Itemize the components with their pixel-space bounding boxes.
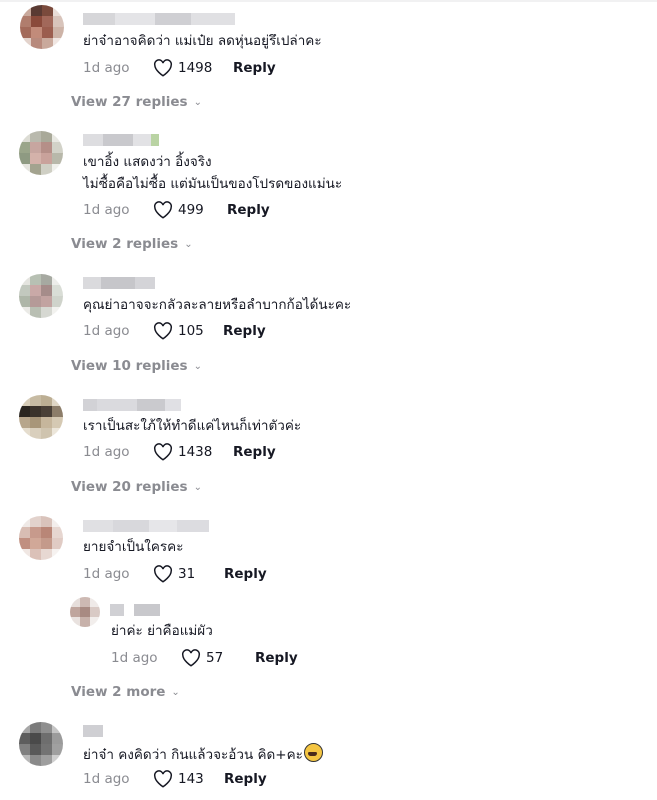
view-replies-button[interactable]: View 20 replies ⌄ xyxy=(71,479,202,495)
heart-icon xyxy=(154,443,172,461)
top-divider xyxy=(0,0,657,2)
like-button[interactable]: 1498 xyxy=(153,59,233,77)
username-blurred[interactable] xyxy=(83,399,181,411)
view-replies-label: View 20 replies xyxy=(71,479,188,495)
heart-icon xyxy=(182,649,200,667)
heart-icon xyxy=(154,201,172,219)
comment-meta: 1d ago 143 Reply xyxy=(83,768,267,790)
weary-face-emoji-icon xyxy=(303,743,323,762)
like-button[interactable]: 499 xyxy=(153,201,227,219)
like-button[interactable]: 1438 xyxy=(153,443,233,461)
avatar-pixelated-image xyxy=(70,597,100,627)
like-count: 57 xyxy=(206,650,224,666)
like-count: 31 xyxy=(178,566,196,582)
username-blurred[interactable] xyxy=(83,277,155,289)
like-count: 1498 xyxy=(178,60,213,76)
username-blurred[interactable] xyxy=(83,725,103,737)
comment-meta: 1d ago 31 Reply xyxy=(83,563,267,585)
view-replies-button[interactable]: View 10 replies ⌄ xyxy=(71,358,202,374)
like-count: 143 xyxy=(178,771,204,787)
comment-time: 1d ago xyxy=(83,771,130,787)
comment-time: 1d ago xyxy=(83,202,130,218)
like-count: 1438 xyxy=(178,444,213,460)
comment-meta: 1d ago 499 Reply xyxy=(83,199,270,221)
reply-button[interactable]: Reply xyxy=(224,566,267,582)
chevron-down-icon: ⌄ xyxy=(184,238,193,250)
username-blurred[interactable] xyxy=(83,134,159,146)
avatar[interactable] xyxy=(19,722,63,766)
like-count: 499 xyxy=(178,202,204,218)
comment-text: ยายจำเป็นใครคะ xyxy=(83,539,184,555)
reply-meta: 1d ago 57 Reply xyxy=(111,647,298,669)
comment-text: ย่าจ๋า คงคิดว่า กินแล้วจะอ้วน คิด+คะ xyxy=(83,743,323,766)
reply-button[interactable]: Reply xyxy=(255,650,298,666)
reply-button[interactable]: Reply xyxy=(233,444,276,460)
heart-icon xyxy=(154,322,172,340)
comment-text-content: ย่าจ๋า คงคิดว่า กินแล้วจะอ้วน คิด+คะ xyxy=(83,747,303,763)
avatar-pixelated-image xyxy=(19,516,63,560)
reply-button[interactable]: Reply xyxy=(224,771,267,787)
comment-time: 1d ago xyxy=(83,566,130,582)
heart-icon xyxy=(154,59,172,77)
comment-text-line-2: ไม่ซื้อคือไม่ซื้อ แต่มันเป็นของโปรดของแม… xyxy=(83,176,343,192)
username-blurred[interactable] xyxy=(83,13,235,25)
chevron-down-icon: ⌄ xyxy=(193,360,202,372)
avatar-pixelated-image xyxy=(19,274,63,318)
comment-time: 1d ago xyxy=(83,323,130,339)
comment-meta: 1d ago 1498 Reply xyxy=(83,57,276,79)
like-button[interactable]: 105 xyxy=(153,322,223,340)
reply-text: ย่าค่ะ ย่าคือแม่ผัว xyxy=(111,623,213,639)
view-replies-label: View 10 replies xyxy=(71,358,188,374)
reply-time: 1d ago xyxy=(111,650,158,666)
comment-text: เราเป็นสะใภ้ให้ทำดีแค่ไหนก็เท่าตัวค่ะ xyxy=(83,418,302,434)
like-button[interactable]: 57 xyxy=(181,649,255,667)
view-replies-label: View 27 replies xyxy=(71,94,188,110)
heart-icon xyxy=(154,770,172,788)
avatar-pixelated-image xyxy=(19,395,63,439)
like-button[interactable]: 143 xyxy=(153,770,224,788)
comment-text: ย่าจ๋าอาจคิดว่า แม่เป๋ย ลดหุ่นอยู่รึเปล่… xyxy=(83,33,322,49)
chevron-down-icon: ⌄ xyxy=(193,481,202,493)
chevron-down-icon: ⌄ xyxy=(171,686,180,698)
reply-button[interactable]: Reply xyxy=(223,323,266,339)
view-replies-button[interactable]: View 2 replies ⌄ xyxy=(71,236,193,252)
comment-time: 1d ago xyxy=(83,60,130,76)
like-count: 105 xyxy=(178,323,204,339)
view-more-button[interactable]: View 2 more ⌄ xyxy=(71,684,180,700)
view-replies-label: View 2 replies xyxy=(71,236,179,252)
comment-text: เขาอิ้ง แสดงว่า อิ้งจริง xyxy=(83,154,212,170)
username-blurred[interactable] xyxy=(83,520,209,532)
view-more-label: View 2 more xyxy=(71,684,166,700)
view-replies-button[interactable]: View 27 replies ⌄ xyxy=(71,94,202,110)
like-button[interactable]: 31 xyxy=(153,565,224,583)
heart-icon xyxy=(154,565,172,583)
comment-text: คุณย่าอาจจะกลัวละลายหรือลำบากก้อได้นะคะ xyxy=(83,297,352,313)
avatar-pixelated-image xyxy=(19,722,63,766)
avatar-pixelated-image xyxy=(19,131,63,175)
chevron-down-icon: ⌄ xyxy=(193,96,202,108)
avatar[interactable] xyxy=(19,274,63,318)
avatar[interactable] xyxy=(20,5,64,49)
avatar[interactable] xyxy=(19,516,63,560)
comment-meta: 1d ago 1438 Reply xyxy=(83,441,276,463)
comment-time: 1d ago xyxy=(83,444,130,460)
avatar[interactable] xyxy=(19,131,63,175)
comment-meta: 1d ago 105 Reply xyxy=(83,320,266,342)
avatar[interactable] xyxy=(19,395,63,439)
reply-avatar[interactable] xyxy=(70,597,100,627)
avatar-pixelated-image xyxy=(20,5,64,49)
reply-button[interactable]: Reply xyxy=(233,60,276,76)
username-blurred[interactable] xyxy=(110,604,160,616)
reply-button[interactable]: Reply xyxy=(227,202,270,218)
